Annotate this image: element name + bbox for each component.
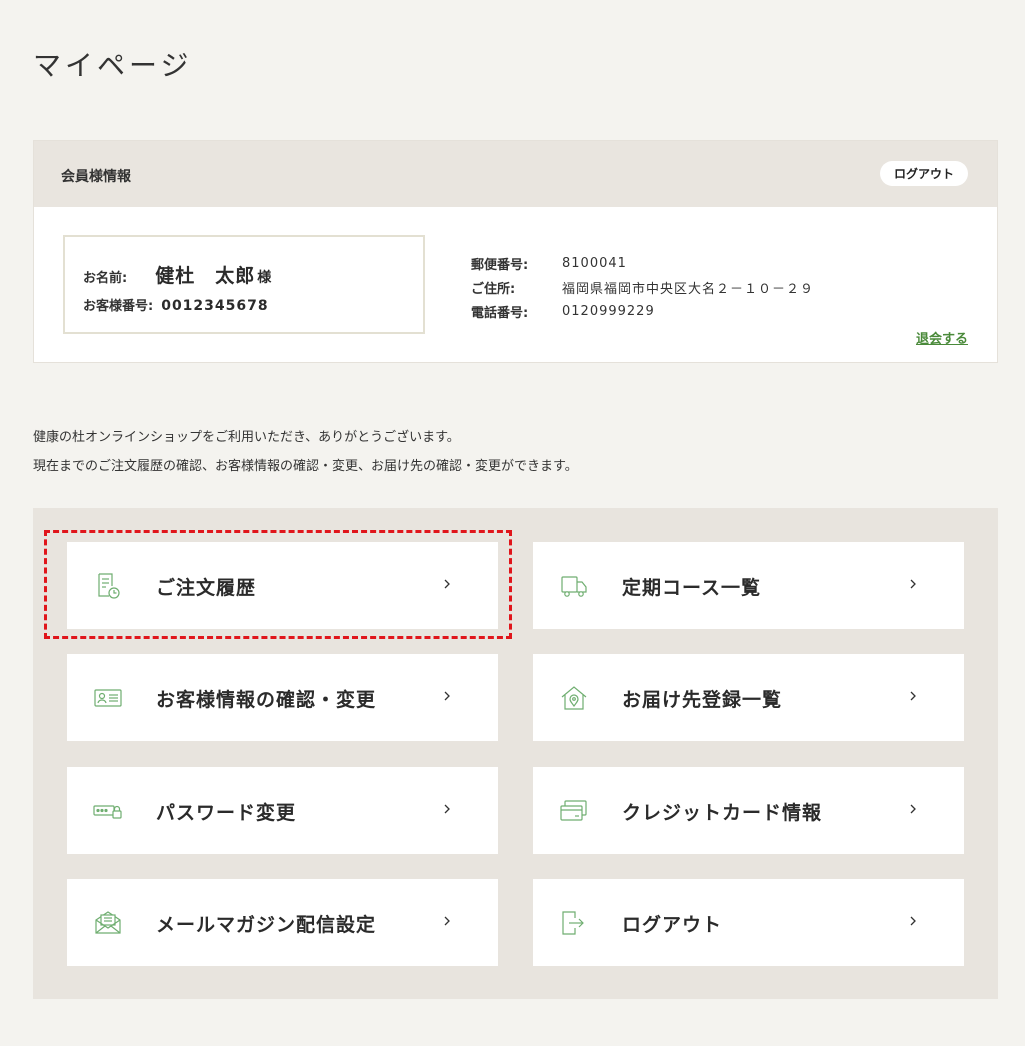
postal-value: 8100041 [562, 255, 627, 271]
chevron-right-icon [910, 916, 916, 926]
password-lock-icon [93, 805, 122, 819]
chevron-right-icon [444, 691, 450, 701]
menu-label-credit-card: クレジットカード情報 [622, 802, 823, 824]
withdraw-link[interactable]: 退会する [916, 328, 968, 347]
customer-number-label: お客様番号: [83, 299, 154, 314]
member-info-header: 会員様情報 ログアウト [34, 141, 997, 207]
menu-label-mail-magazine: メールマガジン配信設定 [156, 914, 377, 936]
menu-label-order-history: ご注文履歴 [156, 577, 257, 599]
chevron-right-icon [910, 691, 916, 701]
page-title: マイページ [33, 49, 193, 82]
order-history-icon [98, 573, 120, 599]
name-box: お名前: 健杜 太郎 様 お客様番号: 0012345678 [63, 235, 425, 334]
customer-number-row: お客様番号: 0012345678 [83, 295, 269, 314]
member-name: 健杜 太郎 [155, 265, 256, 287]
delivery-truck-icon [561, 576, 587, 597]
name-row: お名前: 健杜 太郎 様 [83, 261, 271, 288]
menu-label-password-change: パスワード変更 [156, 802, 297, 824]
logout-button[interactable]: ログアウト [880, 161, 968, 186]
member-info-title: 会員様情報 [61, 169, 131, 185]
menu-item-order-history[interactable]: ご注文履歴 [67, 542, 498, 629]
menu-label-customer-info: お客様情報の確認・変更 [156, 689, 377, 711]
address-row: ご住所: 福岡県福岡市中央区大名２－１０－２９ [471, 275, 814, 299]
chevron-right-icon [444, 916, 450, 926]
menu-panel: ご注文履歴 定期コース一覧 お客様情報の確認・変更 お届け先登録一覧 パスワード… [33, 508, 998, 999]
member-info-card: 会員様情報 ログアウト お名前: 健杜 太郎 様 お客様番号: 00123456… [33, 140, 998, 363]
mail-icon [95, 911, 121, 934]
address-label: ご住所: [471, 281, 516, 297]
name-label: お名前: [83, 271, 128, 286]
id-card-icon [94, 689, 122, 707]
menu-item-customer-info[interactable]: お客様情報の確認・変更 [67, 654, 498, 741]
menu-item-logout[interactable]: ログアウト [533, 879, 964, 966]
menu-item-subscription-list[interactable]: 定期コース一覧 [533, 542, 964, 629]
postal-row: 郵便番号: 8100041 [471, 251, 814, 275]
intro-text: 健康の杜オンラインショップをご利用いただき、ありがとうございます。 現在までのご… [33, 423, 578, 481]
menu-item-delivery-addresses[interactable]: お届け先登録一覧 [533, 654, 964, 741]
chevron-right-icon [910, 579, 916, 589]
contact-info-list: 郵便番号: 8100041 ご住所: 福岡県福岡市中央区大名２－１０－２９ 電話… [471, 251, 814, 323]
home-location-icon [561, 686, 587, 710]
postal-label: 郵便番号: [471, 257, 529, 273]
chevron-right-icon [444, 804, 450, 814]
customer-number: 0012345678 [161, 298, 269, 314]
chevron-right-icon [444, 579, 450, 589]
address-value: 福岡県福岡市中央区大名２－１０－２９ [562, 281, 815, 297]
credit-card-icon [560, 800, 587, 821]
menu-label-delivery-addresses: お届け先登録一覧 [622, 689, 783, 711]
phone-value: 0120999229 [562, 303, 655, 319]
menu-label-subscription-list: 定期コース一覧 [622, 577, 762, 599]
intro-line-1: 健康の杜オンラインショップをご利用いただき、ありがとうございます。 [33, 430, 460, 445]
phone-label: 電話番号: [471, 305, 529, 321]
logout-icon [562, 911, 584, 935]
menu-label-logout: ログアウト [622, 914, 723, 936]
phone-row: 電話番号: 0120999229 [471, 299, 814, 323]
honorific: 様 [257, 270, 272, 286]
menu-item-credit-card[interactable]: クレジットカード情報 [533, 767, 964, 854]
menu-item-password-change[interactable]: パスワード変更 [67, 767, 498, 854]
menu-item-mail-magazine[interactable]: メールマガジン配信設定 [67, 879, 498, 966]
intro-line-2: 現在までのご注文履歴の確認、お客様情報の確認・変更、お届け先の確認・変更ができま… [33, 459, 578, 474]
chevron-right-icon [910, 804, 916, 814]
